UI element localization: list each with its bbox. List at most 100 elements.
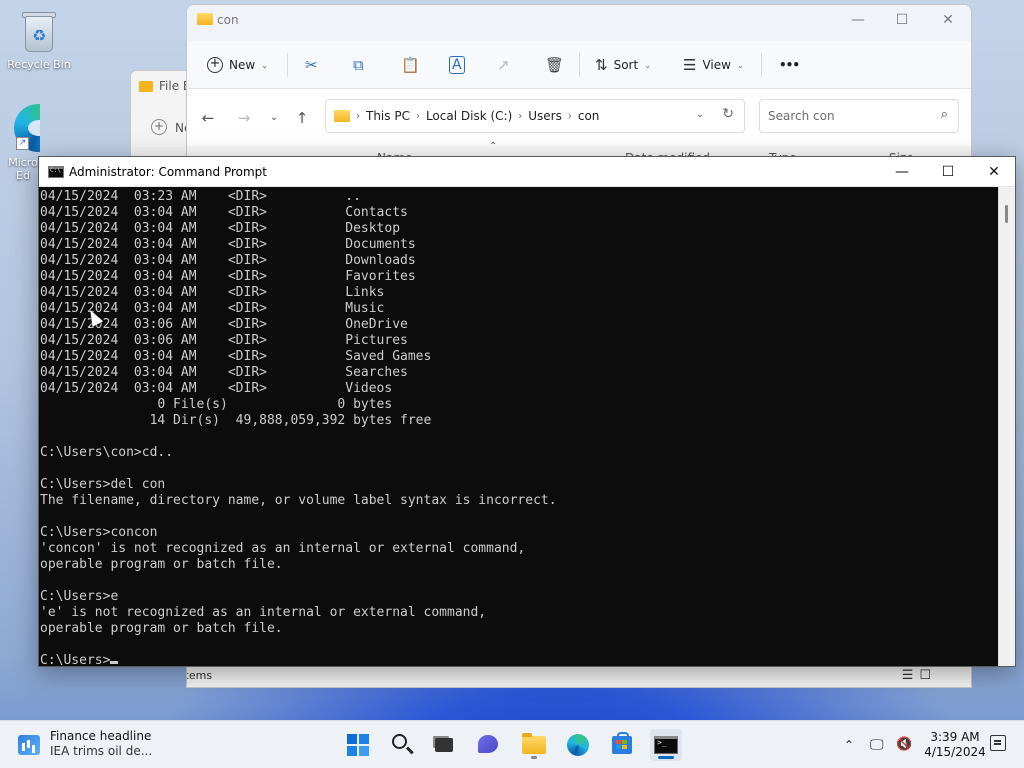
up-button[interactable]: ↑ [291,107,313,129]
breadcrumb-item[interactable]: Users [528,109,562,123]
volume-muted-icon[interactable]: 🔇 [896,721,912,768]
recent-locations-button[interactable]: ⌄ [263,107,285,129]
task-view-icon [435,738,453,752]
clock-time: 3:39 AM [930,730,980,744]
delete-button[interactable]: 🗑 [545,49,564,81]
clock[interactable]: 3:39 AM 4/15/2024 [920,730,990,760]
vertical-scrollbar[interactable] [998,187,1015,666]
plus-circle-icon: + [207,57,223,73]
finance-chart-icon [18,735,40,755]
edge-icon: ↗ [14,104,40,152]
chevron-down-icon: ⌄ [261,60,268,70]
store-button[interactable] [606,729,638,761]
maximize-button[interactable]: ☐ [925,157,971,187]
rename-button[interactable]: A [449,49,465,81]
minimize-button[interactable]: — [835,5,881,35]
folder-icon [334,110,350,122]
minimize-button[interactable]: — [879,157,925,187]
desktop-icon-label: Micro Ed [8,156,38,182]
address-bar[interactable]: › This PC › Local Disk (C:) › Users › co… [325,99,745,133]
show-hidden-icons-button[interactable]: ⌃ [844,721,854,768]
breadcrumb-item[interactable]: This PC [366,109,410,123]
copy-icon: ⧉ [353,56,364,74]
widget-subtitle: IEA trims oil de... [50,744,153,758]
search-button[interactable] [386,729,418,761]
ellipsis-icon: ••• [779,58,800,72]
paste-button[interactable]: 📋 [401,49,420,81]
chat-button[interactable] [472,729,504,761]
sort-button[interactable]: ⇅ Sort ⌄ [595,49,651,81]
terminal-icon [654,736,678,754]
text-cursor [110,661,119,664]
cmd-icon [48,166,64,178]
new-button[interactable]: + New ⌄ [207,49,268,81]
more-options-button[interactable]: ••• [779,49,800,81]
back-button[interactable]: ← [197,107,219,129]
share-icon: ↗ [497,56,510,74]
windows-logo-icon [347,734,369,756]
refresh-icon[interactable]: ↻ [722,106,734,122]
maximize-button[interactable]: ☐ [879,5,925,35]
clock-date: 4/15/2024 [924,745,986,759]
copy-button[interactable]: ⧉ [353,49,364,81]
chevron-down-icon: ⌄ [644,60,651,70]
folder-icon [139,80,153,92]
sort-up-icon: ⌃ [489,141,498,152]
scrollbar-thumb[interactable] [1005,205,1008,223]
trash-icon: 🗑 [545,56,565,74]
item-count: 6 items [187,669,213,682]
view-button[interactable]: ☰ View ⌄ [683,49,744,81]
forward-button[interactable]: → [233,107,255,129]
address-bar-row: ← → ⌄ ↑ › This PC › Local Disk (C:) › Us… [187,89,971,145]
console-output[interactable]: 04/15/2024 03:23 AM <DIR> .. 04/15/2024 … [39,187,999,667]
widgets-button[interactable]: Finance headline IEA trims oil de... [18,729,152,759]
paste-icon: 📋 [401,56,420,74]
network-icon[interactable]: 🖵 [870,721,884,768]
breadcrumb-item[interactable]: con [578,109,600,123]
chevron-down-icon[interactable]: ⌄ [696,109,704,120]
edge-button[interactable] [562,729,594,761]
sort-icon: ⇅ [595,56,608,74]
share-button[interactable]: ↗ [497,49,510,81]
desktop-icon-recycle-bin[interactable]: ♻ Recycle Bin [0,10,78,71]
file-explorer-button[interactable] [518,729,550,761]
window-title: con [217,13,239,27]
search-input[interactable]: Search con ⌕ [759,99,959,133]
command-bar: + New ⌄ ✂ ⧉ 📋 A ↗ 🗑 ⇅ Sort ⌄ ☰ View ⌄ ••… [187,41,971,89]
breadcrumb-item[interactable]: Local Disk (C:) [426,109,512,123]
window-title: Administrator: Command Prompt [69,165,267,179]
close-button[interactable]: ✕ [971,157,1015,187]
scissors-icon: ✂ [305,56,318,74]
start-button[interactable] [342,729,374,761]
folder-icon [522,733,546,754]
search-icon: ⌕ [940,107,948,122]
search-icon [392,734,407,749]
taskbar: Finance headline IEA trims oil de... ⌃ 🖵… [0,720,1024,768]
widget-title: Finance headline [50,729,152,743]
view-toggle-icons[interactable]: ☰☐ [902,668,937,683]
chevron-right-icon: › [567,110,572,122]
plus-icon: + [151,119,167,135]
store-icon [612,732,632,754]
console-text: 04/15/2024 03:23 AM <DIR> .. 04/15/2024 … [40,189,557,667]
desktop-icon-edge[interactable]: ↗ Micro Ed [0,104,40,182]
rename-icon: A [449,56,465,74]
notification-icon[interactable] [990,735,1006,751]
explorer-titlebar[interactable]: con — ☐ ✕ [187,5,971,41]
terminal-button[interactable] [650,729,682,761]
shortcut-arrow-icon: ↗ [16,137,29,150]
chevron-right-icon: › [415,110,420,122]
task-view-button[interactable] [428,729,460,761]
chat-icon [478,735,498,753]
cut-button[interactable]: ✂ [305,49,318,81]
close-button[interactable]: ✕ [925,5,971,35]
folder-icon [197,13,213,25]
chevron-right-icon: › [356,110,360,122]
edge-icon [567,734,589,756]
cmd-titlebar[interactable]: Administrator: Command Prompt — ☐ ✕ [39,157,1015,187]
chevron-down-icon: ⌄ [736,60,744,70]
desktop-icon-label: Recycle Bin [7,58,71,71]
recycle-bin-icon: ♻ [19,10,59,54]
command-prompt-window[interactable]: Administrator: Command Prompt — ☐ ✕ 04/1… [38,156,1016,667]
view-list-icon: ☰ [683,56,697,74]
